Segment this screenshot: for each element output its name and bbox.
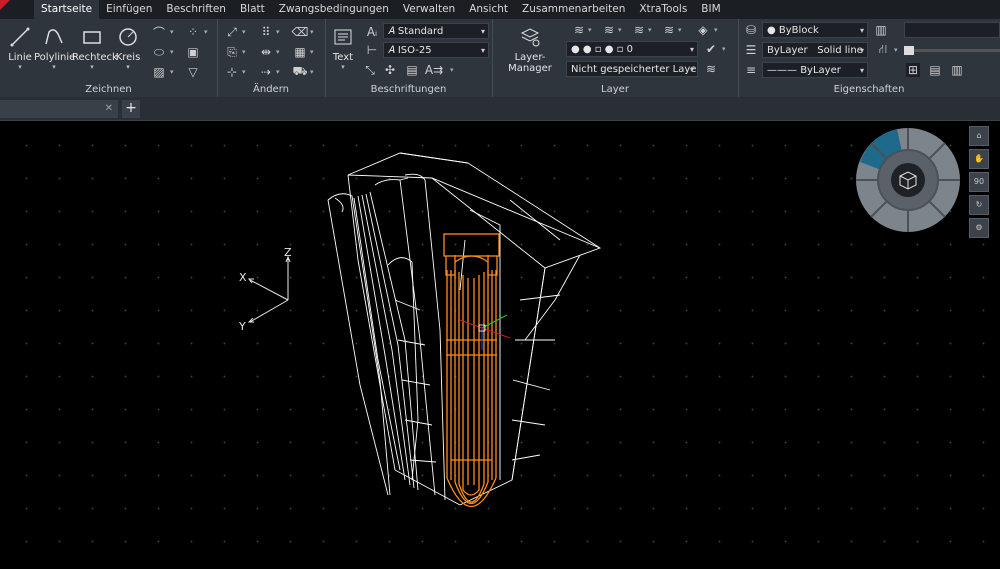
- home-icon[interactable]: ⌂: [969, 126, 989, 146]
- viewport-overlay: Z X Y: [238, 128, 960, 508]
- pan-icon[interactable]: ✋: [969, 149, 989, 169]
- navigation-wheel[interactable]: [856, 128, 960, 232]
- axis-z-label: Z: [284, 246, 292, 259]
- orbit-icon[interactable]: ↻: [969, 195, 989, 215]
- gear-icon[interactable]: ⚙: [969, 218, 989, 238]
- zoom-button[interactable]: 90: [969, 172, 989, 192]
- selected-part[interactable]: [443, 233, 500, 508]
- wireframe-model[interactable]: [327, 152, 602, 506]
- navigation-tools: ⌂ ✋ 90 ↻ ⚙: [969, 126, 989, 241]
- axis-y-label: Y: [238, 320, 246, 333]
- axis-x-label: X: [239, 271, 247, 284]
- ucs-icon: [247, 255, 291, 323]
